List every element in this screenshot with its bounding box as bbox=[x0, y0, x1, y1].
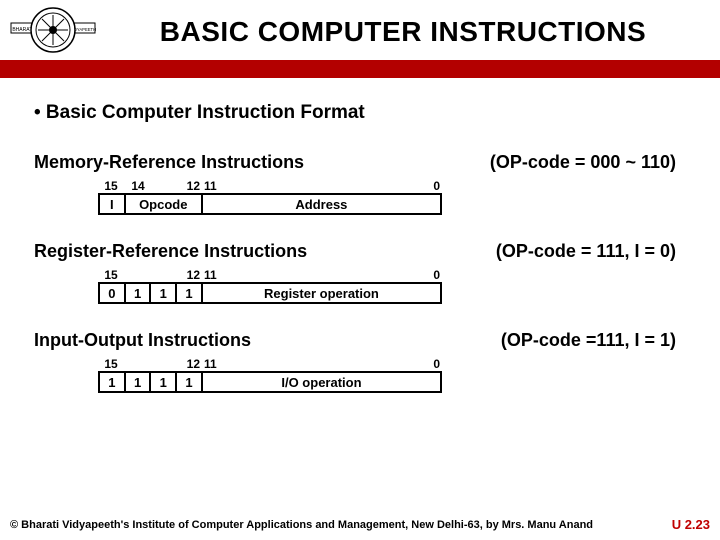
field-bit: 1 bbox=[100, 373, 126, 391]
field-io-op: I/O operation bbox=[203, 373, 440, 391]
bit-label: 15 bbox=[98, 357, 124, 371]
field-register-op: Register operation bbox=[203, 284, 440, 302]
field-bit: 1 bbox=[126, 373, 152, 391]
bit-label: 15 bbox=[98, 179, 124, 193]
sec1-opcode: (OP-code = 000 ~ 110) bbox=[490, 152, 686, 173]
field-bit: 1 bbox=[151, 373, 177, 391]
slide-title: BASIC COMPUTER INSTRUCTIONS bbox=[98, 16, 712, 48]
footer: © Bharati Vidyapeeth's Institute of Comp… bbox=[0, 517, 720, 540]
bit-label: 11 bbox=[202, 179, 222, 193]
page-number: U 2.23 bbox=[672, 517, 710, 532]
section-memory-ref: Memory-Reference Instructions (OP-code =… bbox=[34, 152, 686, 215]
bit-label: 0 bbox=[422, 268, 442, 282]
bit-label: 11 bbox=[202, 268, 222, 282]
sec1-title: Memory-Reference Instructions bbox=[34, 152, 304, 173]
bit-label: 12 bbox=[182, 357, 202, 371]
section-io: Input-Output Instructions (OP-code =111,… bbox=[34, 330, 686, 393]
field-bit: 1 bbox=[177, 373, 203, 391]
sec3-title: Input-Output Instructions bbox=[34, 330, 251, 351]
header: BHARATI VIDYAPEETH BASIC COMPUTER INSTRU… bbox=[0, 0, 720, 60]
bit-label: 0 bbox=[422, 357, 442, 371]
field-opcode: Opcode bbox=[126, 195, 203, 213]
bit-label: 11 bbox=[202, 357, 222, 371]
field-bit: 1 bbox=[177, 284, 203, 302]
bit-label: 15 bbox=[98, 268, 124, 282]
bit-label: 0 bbox=[422, 179, 442, 193]
bit-label: 14 bbox=[124, 179, 152, 193]
field-address: Address bbox=[203, 195, 440, 213]
content: • Basic Computer Instruction Format Memo… bbox=[0, 78, 720, 393]
copyright: © Bharati Vidyapeeth's Institute of Comp… bbox=[10, 519, 593, 531]
bit-label: 12 bbox=[152, 179, 202, 193]
institute-logo: BHARATI VIDYAPEETH bbox=[8, 4, 98, 60]
field-bit: 1 bbox=[126, 284, 152, 302]
field-bit: 1 bbox=[151, 284, 177, 302]
sec2-opcode: (OP-code = 111, I = 0) bbox=[496, 241, 686, 262]
section-register-ref: Register-Reference Instructions (OP-code… bbox=[34, 241, 686, 304]
field-bit: 0 bbox=[100, 284, 126, 302]
field-i: I bbox=[100, 195, 126, 213]
sec3-opcode: (OP-code =111, I = 1) bbox=[501, 330, 686, 351]
sec2-title: Register-Reference Instructions bbox=[34, 241, 307, 262]
bullet-heading: • Basic Computer Instruction Format bbox=[34, 102, 686, 124]
bit-label: 12 bbox=[182, 268, 202, 282]
title-underline bbox=[0, 60, 720, 78]
